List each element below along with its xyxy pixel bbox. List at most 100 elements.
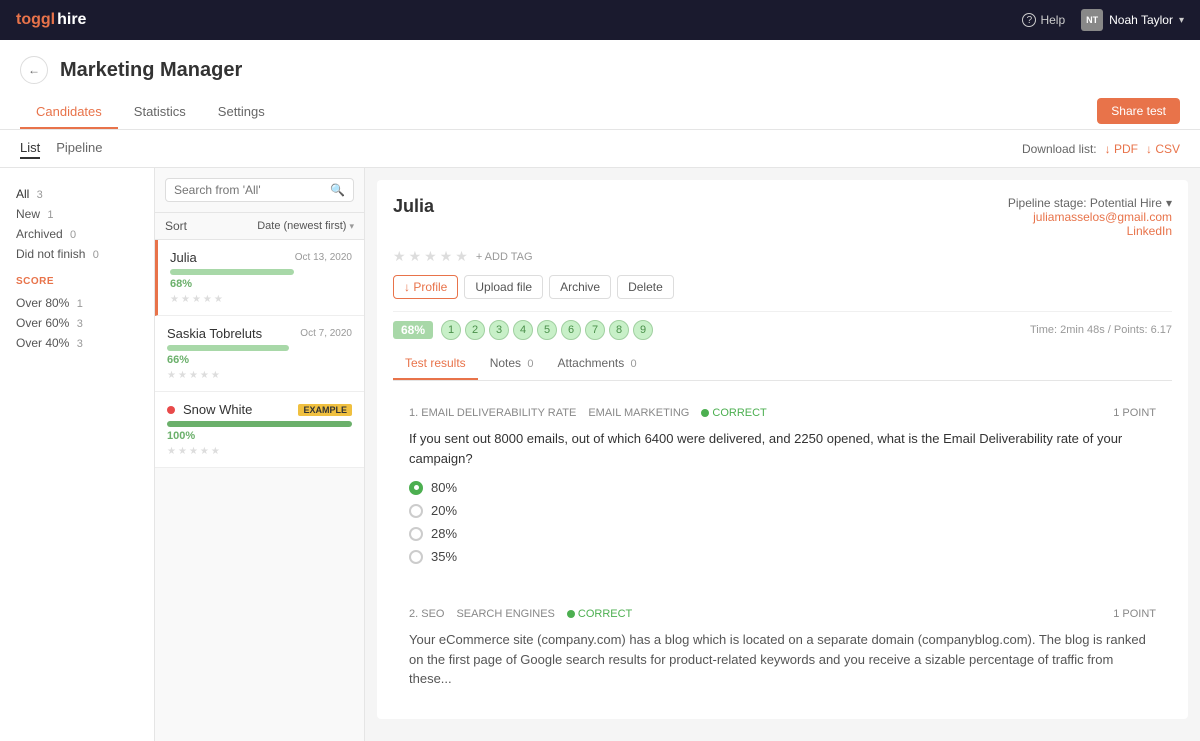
question-num-9[interactable]: 9 (633, 320, 653, 340)
score-filters: Over 80% 1 Over 60% 3 Over 40% 3 (0, 289, 154, 357)
candidate-name: Julia (393, 196, 434, 217)
tab-attachments[interactable]: Attachments 0 (546, 348, 649, 380)
question-meta-2: 2. SEO SEARCH ENGINES CORRECT 1 POINT (409, 608, 1156, 620)
filter-all[interactable]: All 3 (16, 184, 138, 204)
question-points: 1 POINT (1113, 407, 1156, 419)
question-text: If you sent out 8000 emails, out of whic… (409, 429, 1156, 468)
filter-archived[interactable]: Archived 0 (16, 224, 138, 244)
question-meta-1: 1. EMAIL DELIVERABILITY RATE EMAIL MARKE… (409, 407, 1156, 419)
help-icon: ? (1022, 13, 1036, 27)
help-button[interactable]: ? Help (1022, 13, 1065, 27)
top-navigation: toggl hire ? Help NT Noah Taylor ▾ (0, 0, 1200, 40)
tab-candidates[interactable]: Candidates (20, 96, 118, 129)
filter-over-80[interactable]: Over 80% 1 (16, 293, 138, 313)
candidate-email[interactable]: juliamasselos@gmail.com (1008, 210, 1172, 224)
filter-over-40[interactable]: Over 40% 3 (16, 333, 138, 353)
score-bar (167, 345, 289, 351)
profile-download-button[interactable]: ↓ Profile (393, 275, 458, 299)
chevron-down-icon: ▾ (1166, 196, 1172, 210)
score-section-header: SCORE (0, 268, 154, 289)
radio-empty-icon (409, 550, 423, 564)
question-number: 1. EMAIL DELIVERABILITY RATE (409, 407, 576, 419)
question-number-2: 2. SEO (409, 608, 444, 620)
question-num-5[interactable]: 5 (537, 320, 557, 340)
delete-button[interactable]: Delete (617, 275, 674, 299)
chevron-down-icon: ▾ (349, 221, 354, 232)
candidate-card: Julia Pipeline stage: Potential Hire ▾ j… (377, 180, 1188, 719)
tab-pipeline[interactable]: Pipeline (56, 138, 102, 159)
candidate-item[interactable]: Saskia Tobreluts Oct 7, 2020 66% ★★★★★ (155, 316, 364, 392)
page-title: Marketing Manager (60, 59, 242, 82)
search-container: 🔍 (155, 168, 364, 213)
tab-test-results[interactable]: Test results (393, 348, 478, 380)
user-menu[interactable]: NT Noah Taylor ▾ (1081, 9, 1184, 31)
candidate-item[interactable]: Julia Oct 13, 2020 68% ★★★★★ (155, 240, 364, 316)
detail-panel: Julia Pipeline stage: Potential Hire ▾ j… (365, 168, 1200, 741)
correct-badge: CORRECT (701, 407, 766, 419)
search-row: 🔍 (165, 178, 354, 202)
toggl-brand: toggl (16, 11, 55, 29)
topnav-right: ? Help NT Noah Taylor ▾ (1022, 9, 1184, 31)
filter-new[interactable]: New 1 (16, 204, 138, 224)
question-card-2: 2. SEO SEARCH ENGINES CORRECT 1 POINT Yo… (393, 594, 1172, 703)
tab-list[interactable]: List (20, 138, 40, 159)
search-icon: 🔍 (330, 183, 345, 197)
linkedin-link[interactable]: LinkedIn (1008, 224, 1172, 238)
avatar: NT (1081, 9, 1103, 31)
back-icon: ← (28, 63, 40, 77)
candidate-list: 🔍 Sort Date (newest first) ▾ Julia Oct 1… (155, 168, 365, 741)
question-topic: EMAIL MARKETING (588, 407, 689, 419)
csv-download[interactable]: ↓ CSV (1146, 142, 1180, 156)
sort-dropdown[interactable]: Date (newest first) ▾ (257, 220, 354, 232)
tab-settings[interactable]: Settings (202, 96, 281, 129)
question-num-2[interactable]: 2 (465, 320, 485, 340)
score-row: 68% 1 2 3 4 5 6 7 8 9 Time: 2min 48s / P… (393, 311, 1172, 348)
radio-correct-icon (409, 481, 423, 495)
share-test-button[interactable]: Share test (1097, 98, 1180, 124)
page-title-row: ← Marketing Manager (20, 56, 1180, 84)
tags-row: ★ ★ ★ ★ ★ + ADD TAG (393, 248, 1172, 265)
question-num-7[interactable]: 7 (585, 320, 605, 340)
question-num-6[interactable]: 6 (561, 320, 581, 340)
upload-file-button[interactable]: Upload file (464, 275, 543, 299)
status-filters: All 3 New 1 Archived 0 Did not finish 0 (0, 180, 154, 268)
question-num-3[interactable]: 3 (489, 320, 509, 340)
candidate-header: Julia Pipeline stage: Potential Hire ▾ j… (393, 196, 1172, 238)
question-card-1: 1. EMAIL DELIVERABILITY RATE EMAIL MARKE… (393, 393, 1172, 586)
question-numbers: 1 2 3 4 5 6 7 8 9 (441, 320, 653, 340)
question-num-1[interactable]: 1 (441, 320, 461, 340)
status-dot (167, 406, 175, 414)
pdf-download[interactable]: ↓ PDF (1105, 142, 1138, 156)
answer-option-1: 80% (409, 480, 1156, 495)
view-tabs: List Pipeline (20, 138, 103, 159)
back-button[interactable]: ← (20, 56, 48, 84)
sub-navigation: List Pipeline Download list: ↓ PDF ↓ CSV (0, 130, 1200, 168)
tab-statistics[interactable]: Statistics (118, 96, 202, 129)
sort-bar: Sort Date (newest first) ▾ (155, 213, 364, 240)
add-tag-button[interactable]: + ADD TAG (476, 251, 533, 263)
chevron-down-icon: ▾ (1179, 15, 1184, 26)
answer-option-4: 35% (409, 549, 1156, 564)
page-header: ← Marketing Manager Candidates Statistic… (0, 40, 1200, 130)
star-rating: ★ ★ ★ ★ ★ (393, 248, 468, 265)
candidate-item[interactable]: Snow White EXAMPLE 100% ★★★★★ (155, 392, 364, 468)
sort-label: Sort (165, 219, 187, 233)
result-tabs: Test results Notes 0 Attachments 0 (393, 348, 1172, 381)
correct-dot-icon (567, 610, 575, 618)
tabs-left: Candidates Statistics Settings (20, 96, 281, 129)
filter-sidebar: All 3 New 1 Archived 0 Did not finish 0 … (0, 168, 155, 741)
filter-did-not-finish[interactable]: Did not finish 0 (16, 244, 138, 264)
question-num-8[interactable]: 8 (609, 320, 629, 340)
radio-empty-icon (409, 504, 423, 518)
pipeline-stage[interactable]: Pipeline stage: Potential Hire ▾ (1008, 196, 1172, 210)
question-num-4[interactable]: 4 (513, 320, 533, 340)
search-input[interactable] (174, 183, 330, 197)
archive-button[interactable]: Archive (549, 275, 611, 299)
example-badge: EXAMPLE (298, 404, 352, 416)
filter-over-60[interactable]: Over 60% 3 (16, 313, 138, 333)
page-tabs: Candidates Statistics Settings Share tes… (20, 96, 1180, 129)
tab-notes[interactable]: Notes 0 (478, 348, 546, 380)
download-links: Download list: ↓ PDF ↓ CSV (1022, 142, 1180, 156)
logo: toggl hire (16, 11, 86, 29)
radio-empty-icon (409, 527, 423, 541)
